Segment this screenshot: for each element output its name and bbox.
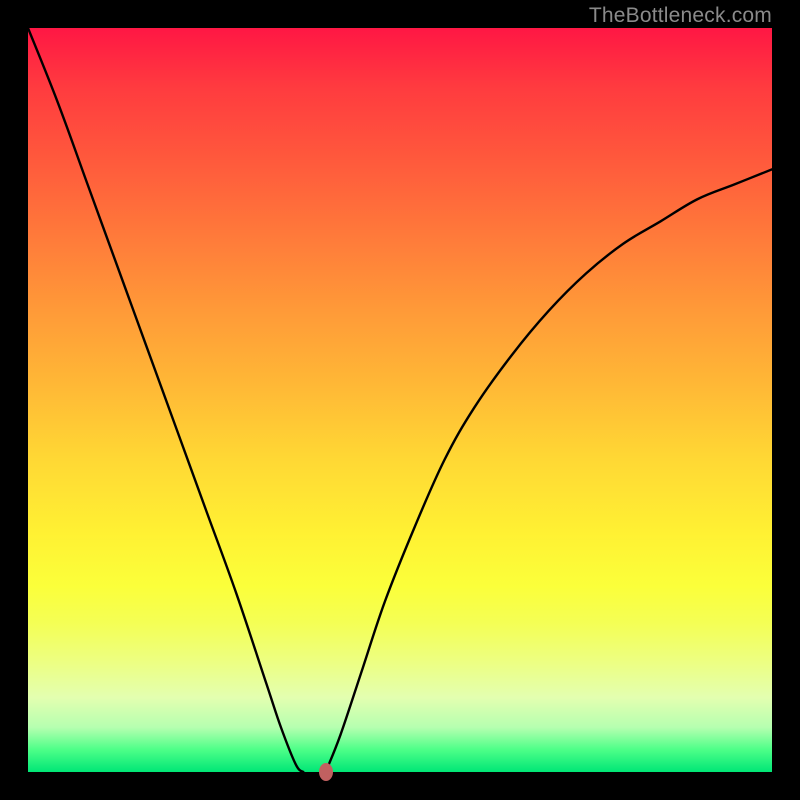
optimum-marker bbox=[319, 763, 333, 781]
bottleneck-curve bbox=[28, 28, 772, 772]
chart-frame: TheBottleneck.com bbox=[0, 0, 800, 800]
watermark-text: TheBottleneck.com bbox=[589, 4, 772, 28]
plot-area bbox=[28, 28, 772, 772]
